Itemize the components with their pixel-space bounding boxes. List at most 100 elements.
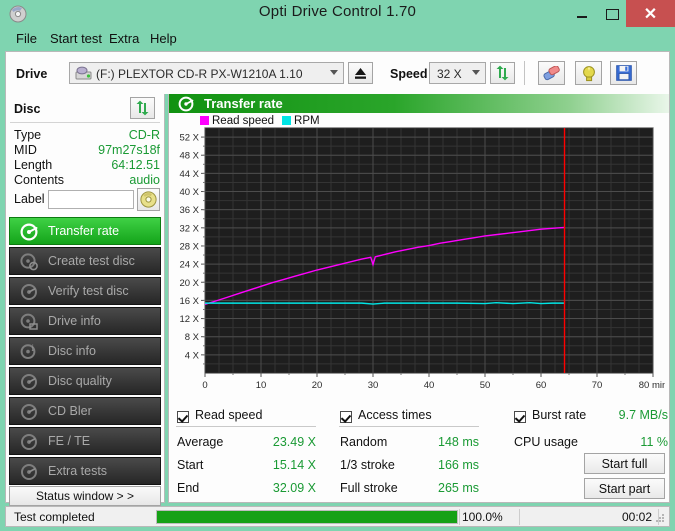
sidebar-item-verify-test-disc[interactable]: Verify test disc xyxy=(9,277,161,305)
disc-label-input[interactable] xyxy=(48,190,134,209)
extra-tests-icon xyxy=(20,463,38,481)
drive-select[interactable]: (F:) PLEXTOR CD-R PX-W1210A 1.10 xyxy=(69,62,344,84)
toolbar-separator xyxy=(524,61,525,85)
disc-key-length: Length xyxy=(14,158,52,172)
disc-info-icon: i xyxy=(20,343,38,361)
progress-fill xyxy=(157,511,457,523)
application-window: Opti Drive Control 1.70 ✕ File Start tes… xyxy=(0,0,675,531)
panel-header: Transfer rate xyxy=(169,94,669,113)
burst-rate-checkbox[interactable] xyxy=(514,411,526,423)
read-speed-key-start: Start xyxy=(177,458,203,472)
minimize-button[interactable] xyxy=(568,0,596,27)
y-tick-label: 24 X xyxy=(179,260,199,271)
lightbulb-icon xyxy=(581,65,597,82)
menu-item-file[interactable]: File xyxy=(12,30,41,47)
read-speed-key-end: End xyxy=(177,481,199,495)
start-full-button[interactable]: Start full xyxy=(584,453,665,474)
disc-label-read-button[interactable] xyxy=(137,188,160,211)
access-times-value-third-stroke: 166 ms xyxy=(389,458,479,472)
sidebar-item-disc-info[interactable]: i Disc info xyxy=(9,337,161,365)
sidebar-item-disc-quality[interactable]: Disc quality xyxy=(9,367,161,395)
sidebar-item-transfer-rate[interactable]: Transfer rate xyxy=(9,217,161,245)
sidebar-item-label: Extra tests xyxy=(48,464,107,478)
chevron-down-icon xyxy=(472,70,480,75)
y-tick-label: 16 X xyxy=(179,296,199,307)
eject-icon xyxy=(354,67,367,80)
disc-value-length: 64:12.51 xyxy=(60,158,160,172)
sidebar-item-label: FE / TE xyxy=(48,434,90,448)
fe-te-icon xyxy=(20,433,38,451)
disc-panel-title: Disc xyxy=(14,102,40,116)
save-button[interactable] xyxy=(610,61,637,85)
y-tick-label: 44 X xyxy=(179,169,199,180)
access-times-value-random: 148 ms xyxy=(389,435,479,449)
access-times-divider xyxy=(339,426,479,427)
read-speed-checkbox[interactable] xyxy=(177,411,189,423)
drive-info-icon xyxy=(20,313,38,331)
menu-item-start-test[interactable]: Start test xyxy=(46,30,106,47)
speed-label: Speed xyxy=(390,67,428,81)
access-times-value-full-stroke: 265 ms xyxy=(389,481,479,495)
legend-swatch-read-speed xyxy=(200,116,209,125)
x-tick-label: 40 xyxy=(424,380,435,391)
maximize-button[interactable] xyxy=(598,0,626,27)
drive-value: (F:) PLEXTOR CD-R PX-W1210A 1.10 xyxy=(96,67,303,81)
transfer-rate-icon xyxy=(20,223,38,241)
sidebar-item-create-test-disc[interactable]: Create test disc xyxy=(9,247,161,275)
refresh-button[interactable] xyxy=(490,62,515,84)
disc-value-type: CD-R xyxy=(60,128,160,142)
y-tick-label: 36 X xyxy=(179,205,199,216)
x-tick-label: 30 xyxy=(368,380,379,391)
sidebar-item-cd-bler[interactable]: CD Bler xyxy=(9,397,161,425)
eraser-icon xyxy=(543,66,561,81)
chart-canvas: 4 X8 X12 X16 X20 X24 X28 X32 X36 X40 X44… xyxy=(175,126,665,396)
y-tick-label: 28 X xyxy=(179,241,199,252)
sidebar-item-label: CD Bler xyxy=(48,404,92,418)
erase-button[interactable] xyxy=(538,61,565,85)
sidebar-item-drive-info[interactable]: Drive info xyxy=(9,307,161,335)
disc-refresh-button[interactable] xyxy=(130,97,155,119)
sidebar-nav: Transfer rate Create test disc Verify te… xyxy=(9,217,161,487)
drive-label: Drive xyxy=(16,67,47,81)
speed-select[interactable]: 32 X xyxy=(429,62,486,84)
menu-item-help[interactable]: Help xyxy=(146,30,181,47)
disc-key-contents: Contents xyxy=(14,173,64,187)
disc-key-type: Type xyxy=(14,128,41,142)
start-part-button[interactable]: Start part xyxy=(584,478,665,499)
read-speed-value-start: 15.14 X xyxy=(226,458,316,472)
sidebar-item-label: Transfer rate xyxy=(48,224,119,238)
read-speed-title: Read speed xyxy=(195,408,262,422)
cd-bler-icon xyxy=(20,403,38,421)
read-speed-divider xyxy=(176,426,316,427)
access-times-title: Access times xyxy=(358,408,432,422)
eject-button[interactable] xyxy=(348,62,373,84)
menu-item-extra[interactable]: Extra xyxy=(105,30,143,47)
y-tick-label: 48 X xyxy=(179,151,199,162)
x-tick-label: 50 xyxy=(480,380,491,391)
access-times-key-random: Random xyxy=(340,435,387,449)
speed-value: 32 X xyxy=(437,67,462,81)
bulb-button[interactable] xyxy=(575,61,602,85)
y-tick-label: 4 X xyxy=(185,350,200,361)
sidebar-item-extra-tests[interactable]: Extra tests xyxy=(9,457,161,485)
sidebar-item-label: Disc quality xyxy=(48,374,112,388)
sidebar-item-fe-te[interactable]: FE / TE xyxy=(9,427,161,455)
y-tick-label: 32 X xyxy=(179,223,199,234)
progress-bar xyxy=(156,510,458,524)
x-tick-label: 60 xyxy=(536,380,547,391)
disc-key-mid: MID xyxy=(14,143,37,157)
y-tick-label: 20 X xyxy=(179,278,199,289)
access-times-checkbox[interactable] xyxy=(340,411,352,423)
status-window-button[interactable]: Status window > > xyxy=(9,486,161,506)
access-times-key-third-stroke: 1/3 stroke xyxy=(340,458,395,472)
floppy-save-icon xyxy=(616,65,632,81)
close-button[interactable]: ✕ xyxy=(626,0,675,27)
transfer-rate-chart: 4 X8 X12 X16 X20 X24 X28 X32 X36 X40 X44… xyxy=(175,126,665,396)
x-tick-label: 20 xyxy=(312,380,323,391)
status-bar: Test completed 100.0% 00:02 xyxy=(5,506,670,527)
y-tick-label: 8 X xyxy=(185,332,200,343)
resize-grip[interactable] xyxy=(656,514,665,523)
sidebar-item-label: Create test disc xyxy=(48,254,135,268)
maximize-icon xyxy=(606,9,619,20)
disc-value-mid: 97m27s18f xyxy=(60,143,160,157)
